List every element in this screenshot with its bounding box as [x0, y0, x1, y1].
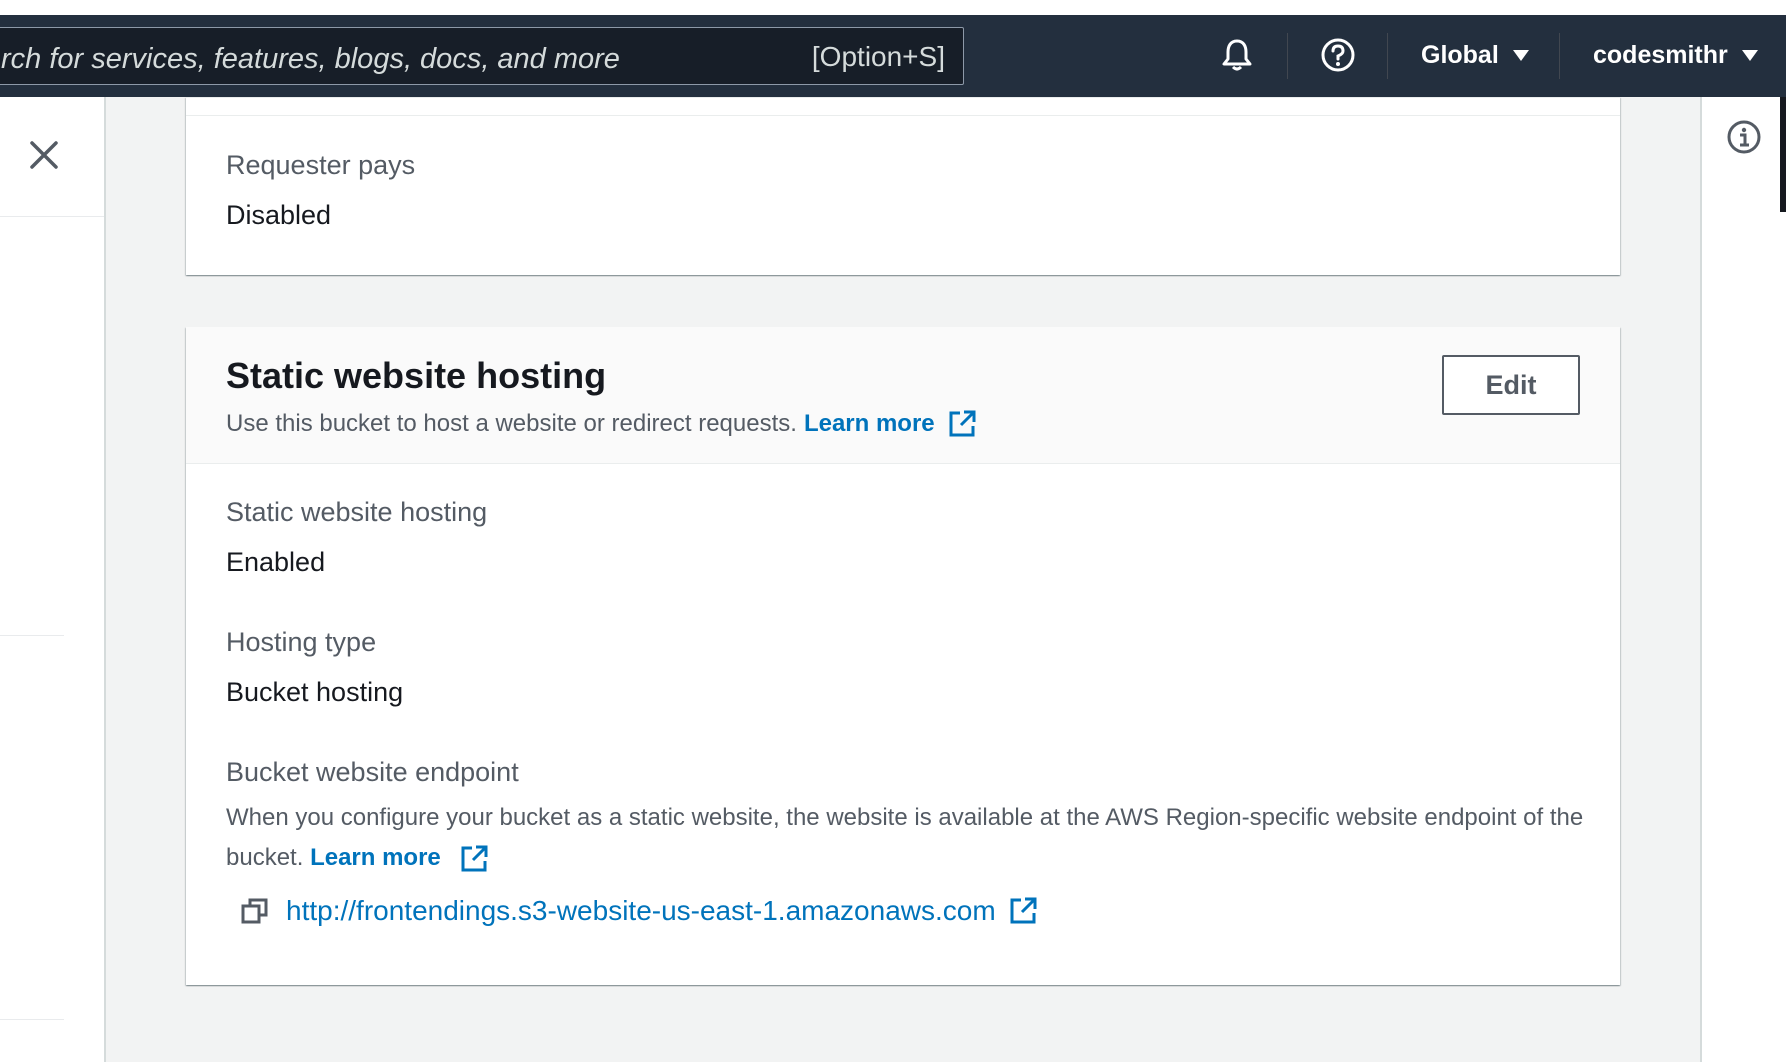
caret-down-icon — [1741, 50, 1758, 61]
card-title: Static website hosting — [226, 355, 607, 396]
topbar-divider — [1287, 33, 1288, 79]
endpoint-description: When you configure your bucket as a stat… — [226, 798, 1586, 878]
requester-pays-card: Requester pays Disabled — [186, 97, 1620, 275]
notifications-bell-icon[interactable] — [1219, 37, 1255, 73]
browser-top-strip — [0, 0, 1786, 15]
info-icon[interactable] — [1726, 119, 1762, 155]
caret-down-icon — [1512, 50, 1529, 61]
topbar-divider — [1559, 33, 1560, 79]
copy-icon[interactable] — [240, 896, 270, 926]
panel-divider — [0, 635, 64, 636]
account-label: codesmithr — [1593, 41, 1728, 69]
external-link-icon[interactable] — [1008, 896, 1038, 926]
card-divider — [186, 98, 1620, 116]
close-icon[interactable] — [26, 137, 62, 173]
region-selector[interactable]: Global — [1421, 41, 1529, 70]
right-tools-panel — [1700, 97, 1786, 1062]
search-shortcut-hint: [Option+S] — [811, 41, 945, 72]
hosting-type-label: Hosting type — [226, 627, 377, 657]
search-placeholder: rch for services, features, blogs, docs,… — [1, 43, 620, 75]
panel-divider — [0, 216, 104, 217]
requester-pays-label: Requester pays — [226, 150, 416, 180]
card-description-text: Use this bucket to host a website or red… — [226, 410, 797, 437]
card-header: Static website hosting Use this bucket t… — [186, 327, 1620, 464]
topbar-divider — [1387, 33, 1388, 79]
external-link-icon[interactable] — [459, 844, 489, 874]
scrollbar-thumb[interactable] — [1780, 97, 1786, 212]
hosting-type-value: Bucket hosting — [226, 677, 404, 707]
requester-pays-value: Disabled — [226, 200, 332, 230]
region-label: Global — [1421, 41, 1499, 69]
external-link-icon[interactable] — [947, 409, 977, 439]
endpoint-row: http://frontendings.s3-website-us-east-1… — [240, 895, 1038, 927]
search-input[interactable]: rch for services, features, blogs, docs,… — [0, 27, 964, 85]
edit-button[interactable]: Edit — [1442, 355, 1580, 415]
endpoint-learn-more-link[interactable]: Learn more — [310, 844, 441, 871]
learn-more-link[interactable]: Learn more — [804, 410, 935, 438]
help-circle-icon[interactable] — [1320, 37, 1356, 73]
endpoint-label: Bucket website endpoint — [226, 757, 519, 787]
endpoint-url-link[interactable]: http://frontendings.s3-website-us-east-1… — [286, 895, 996, 927]
static-website-hosting-card: Static website hosting Use this bucket t… — [186, 327, 1620, 985]
hosting-status-label: Static website hosting — [226, 497, 488, 527]
account-menu[interactable]: codesmithr — [1593, 41, 1758, 70]
left-navigation-panel — [0, 97, 106, 1062]
hosting-status-value: Enabled — [226, 547, 326, 577]
panel-divider — [0, 1019, 64, 1020]
top-navigation-bar: rch for services, features, blogs, docs,… — [0, 15, 1786, 97]
card-description: Use this bucket to host a website or red… — [226, 409, 977, 439]
